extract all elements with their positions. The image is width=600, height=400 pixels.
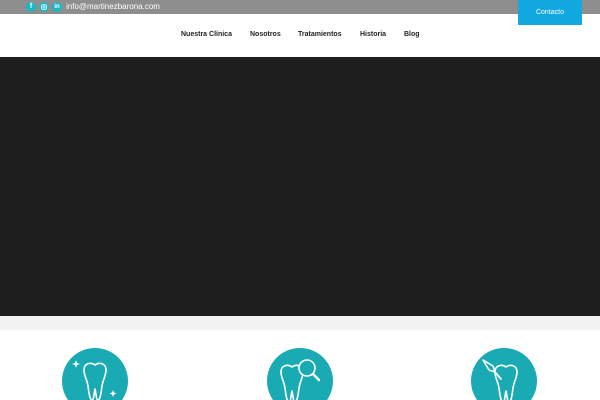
- contact-button[interactable]: Contacto: [518, 0, 582, 25]
- nav-item-blog[interactable]: Blog: [404, 30, 420, 40]
- linkedin-icon[interactable]: in: [52, 2, 62, 12]
- hero-banner: [0, 57, 600, 316]
- tooth-sparkle-icon[interactable]: [62, 348, 128, 400]
- nav-item-nosotros[interactable]: Nosotros: [250, 30, 281, 40]
- tooth-magnifier-icon[interactable]: [267, 348, 333, 400]
- section-divider: [0, 316, 600, 330]
- nav-item-historia[interactable]: Historia: [360, 30, 386, 40]
- instagram-icon[interactable]: [39, 2, 49, 12]
- main-header: Nuestra Clínica Nosotros Tratamientos Hi…: [0, 14, 600, 57]
- email-link[interactable]: info@martinezbarona.com: [66, 1, 160, 13]
- nav-item-nuestra-clinica[interactable]: Nuestra Clínica: [181, 30, 232, 40]
- top-bar: f in info@martinezbarona.com: [0, 0, 600, 14]
- facebook-icon[interactable]: f: [26, 2, 36, 12]
- tooth-scalpel-icon[interactable]: [471, 348, 537, 400]
- nav-item-tratamientos[interactable]: Tratamientos: [298, 30, 342, 40]
